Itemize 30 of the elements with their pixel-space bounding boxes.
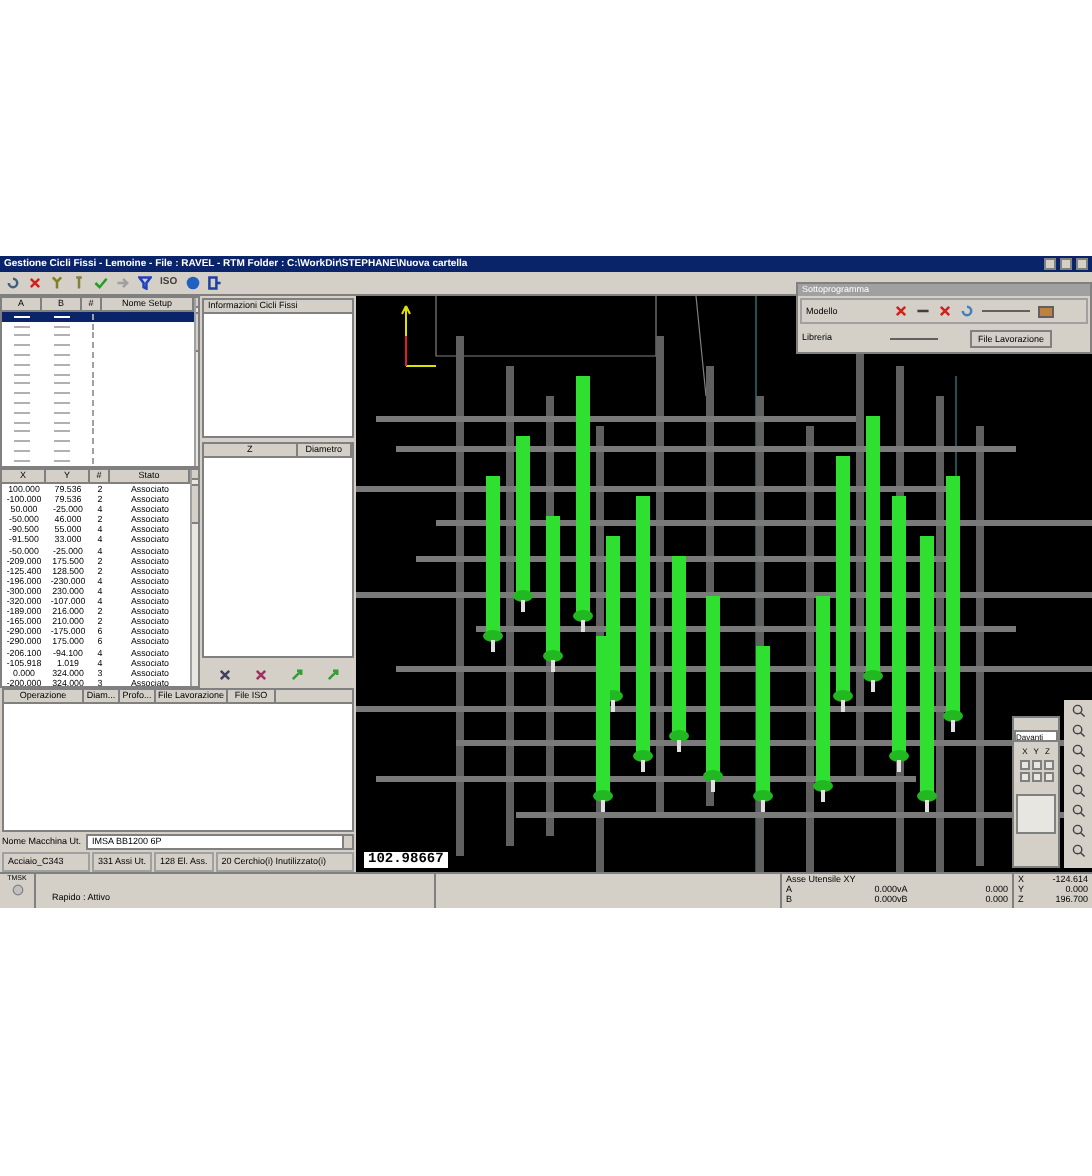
cross-icon[interactable]	[253, 667, 267, 681]
close-icon[interactable]	[894, 304, 908, 318]
zoom-icon[interactable]	[1071, 764, 1085, 778]
zoom-icon[interactable]	[1071, 724, 1085, 738]
table-row[interactable]	[2, 312, 194, 322]
check-icon[interactable]	[94, 276, 108, 290]
tool-icon[interactable]	[72, 276, 86, 290]
zoom-icon[interactable]	[1071, 784, 1085, 798]
close-icon[interactable]	[28, 276, 42, 290]
plus-arrow-icon[interactable]	[289, 667, 303, 681]
zoom-icon[interactable]	[1071, 744, 1085, 758]
exit-icon[interactable]	[207, 276, 222, 290]
close-icon[interactable]	[938, 304, 952, 318]
dash-icon[interactable]	[916, 304, 930, 318]
fork-icon[interactable]	[50, 276, 64, 290]
zoom-icon[interactable]	[1071, 704, 1085, 718]
filter-icon[interactable]	[138, 276, 152, 290]
zoom-icon[interactable]	[1071, 804, 1085, 818]
direction-pad[interactable]	[1016, 794, 1056, 834]
refresh-icon[interactable]	[6, 276, 20, 290]
circle-icon	[11, 884, 23, 896]
scrollbar[interactable]	[194, 298, 198, 466]
plus-arrow-icon[interactable]	[325, 667, 339, 681]
cross-icon[interactable]	[217, 667, 231, 681]
scrollbar[interactable]	[190, 470, 198, 686]
zoom-icon[interactable]	[1071, 824, 1085, 838]
zoom-icon[interactable]	[1071, 844, 1085, 858]
color-swatch-button[interactable]	[1038, 305, 1054, 317]
refresh-icon[interactable]	[960, 304, 974, 318]
arrow-icon[interactable]	[116, 276, 130, 290]
